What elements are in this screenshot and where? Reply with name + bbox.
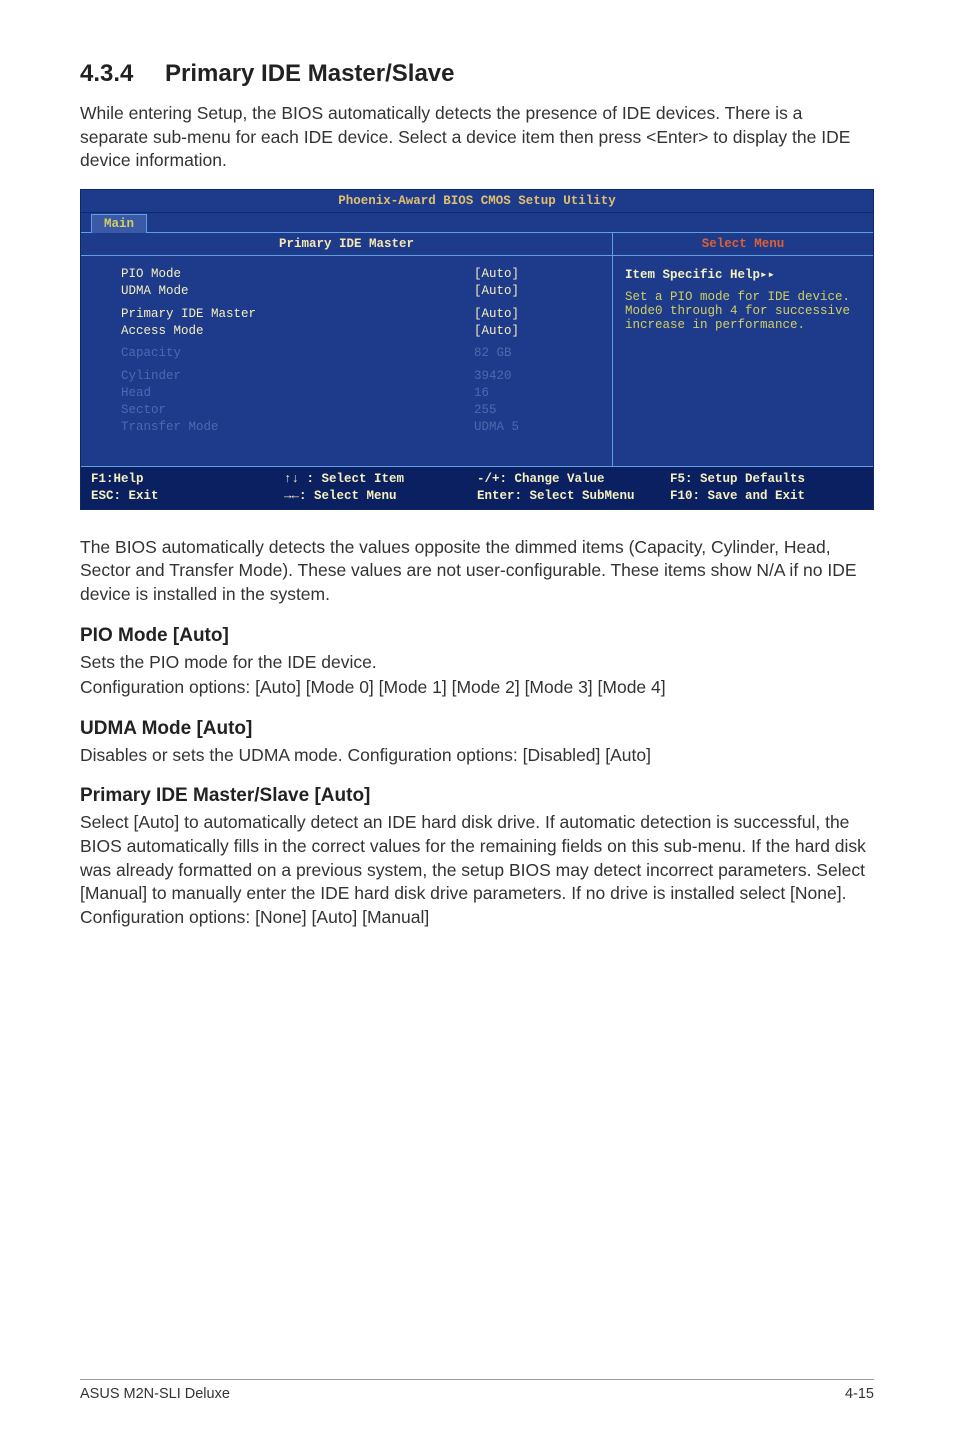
key-f1: F1:Help — [91, 472, 144, 486]
section-heading: 4.3.4Primary IDE Master/Slave — [80, 60, 874, 88]
help-arrows-icon: ▸▸ — [760, 268, 775, 282]
after-bios-paragraph: The BIOS automatically detects the value… — [80, 536, 874, 607]
tab-main[interactable]: Main — [91, 214, 147, 233]
setting-access-mode[interactable]: Access Mode [Auto] — [121, 323, 594, 340]
subheading-udma: UDMA Mode [Auto] — [80, 718, 874, 740]
footer-product: ASUS M2N-SLI Deluxe — [80, 1386, 230, 1402]
setting-head: Head 16 — [121, 385, 594, 402]
bios-right-header: Select Menu — [613, 233, 873, 256]
subheading-pio: PIO Mode [Auto] — [80, 625, 874, 647]
key-enter: Enter: Select SubMenu — [477, 489, 635, 503]
key-f5: F5: Setup Defaults — [670, 472, 805, 486]
section-number: 4.3.4 — [80, 60, 165, 88]
intro-paragraph: While entering Setup, the BIOS automatic… — [80, 102, 874, 173]
setting-label: Head — [121, 385, 474, 402]
spacer — [625, 282, 861, 290]
help-title: Item Specific Help — [625, 268, 760, 282]
bios-footer: F1:Help ↑↓ : Select Item -/+: Change Val… — [81, 466, 873, 509]
setting-pio-mode[interactable]: PIO Mode [Auto] — [121, 266, 594, 283]
setting-primary-ide-master[interactable]: Primary IDE Master [Auto] — [121, 306, 594, 323]
bios-column-headers: Primary IDE Master Select Menu — [81, 233, 873, 256]
setting-value: 255 — [474, 402, 594, 419]
key-updown: ↑↓ : Select Item — [284, 472, 404, 486]
setting-sector: Sector 255 — [121, 402, 594, 419]
setting-label: Access Mode — [121, 323, 474, 340]
setting-label: Capacity — [121, 345, 474, 362]
setting-value: [Auto] — [474, 323, 594, 340]
help-body: Set a PIO mode for IDE device. Mode0 thr… — [625, 290, 861, 332]
setting-udma-mode[interactable]: UDMA Mode [Auto] — [121, 283, 594, 300]
key-plusminus: -/+: Change Value — [477, 472, 605, 486]
subheading-primary: Primary IDE Master/Slave [Auto] — [80, 785, 874, 807]
primary-body: Select [Auto] to automatically detect an… — [80, 811, 874, 929]
setting-label: Sector — [121, 402, 474, 419]
pio-line2: Configuration options: [Auto] [Mode 0] [… — [80, 676, 874, 700]
setting-transfer-mode: Transfer Mode UDMA 5 — [121, 419, 594, 436]
footer-page-number: 4-15 — [845, 1386, 874, 1402]
setting-value: [Auto] — [474, 283, 594, 300]
setting-label: PIO Mode — [121, 266, 474, 283]
section-title-text: Primary IDE Master/Slave — [165, 60, 455, 87]
setting-label: Cylinder — [121, 368, 474, 385]
setting-value: 16 — [474, 385, 594, 402]
page-footer: ASUS M2N-SLI Deluxe 4-15 — [80, 1379, 874, 1402]
bios-settings-pane: PIO Mode [Auto] UDMA Mode [Auto] Primary… — [81, 256, 613, 466]
setting-value: UDMA 5 — [474, 419, 594, 436]
setting-value: [Auto] — [474, 306, 594, 323]
bios-tab-row: Main — [81, 213, 873, 233]
setting-value: 82 GB — [474, 345, 594, 362]
setting-label: Transfer Mode — [121, 419, 474, 436]
setting-label: Primary IDE Master — [121, 306, 474, 323]
setting-capacity: Capacity 82 GB — [121, 345, 594, 362]
key-f10: F10: Save and Exit — [670, 489, 805, 503]
setting-value: 39420 — [474, 368, 594, 385]
udma-line1: Disables or sets the UDMA mode. Configur… — [80, 744, 874, 768]
pio-line1: Sets the PIO mode for the IDE device. — [80, 651, 874, 675]
bios-left-header: Primary IDE Master — [81, 233, 613, 256]
bios-screenshot: Phoenix-Award BIOS CMOS Setup Utility Ma… — [80, 189, 874, 510]
setting-cylinder: Cylinder 39420 — [121, 368, 594, 385]
key-leftright: →←: Select Menu — [284, 489, 397, 503]
key-esc: ESC: Exit — [91, 489, 159, 503]
setting-label: UDMA Mode — [121, 283, 474, 300]
bios-help-pane: Item Specific Help▸▸ Set a PIO mode for … — [613, 256, 873, 466]
bios-title: Phoenix-Award BIOS CMOS Setup Utility — [81, 190, 873, 213]
setting-value: [Auto] — [474, 266, 594, 283]
bios-body: PIO Mode [Auto] UDMA Mode [Auto] Primary… — [81, 256, 873, 466]
